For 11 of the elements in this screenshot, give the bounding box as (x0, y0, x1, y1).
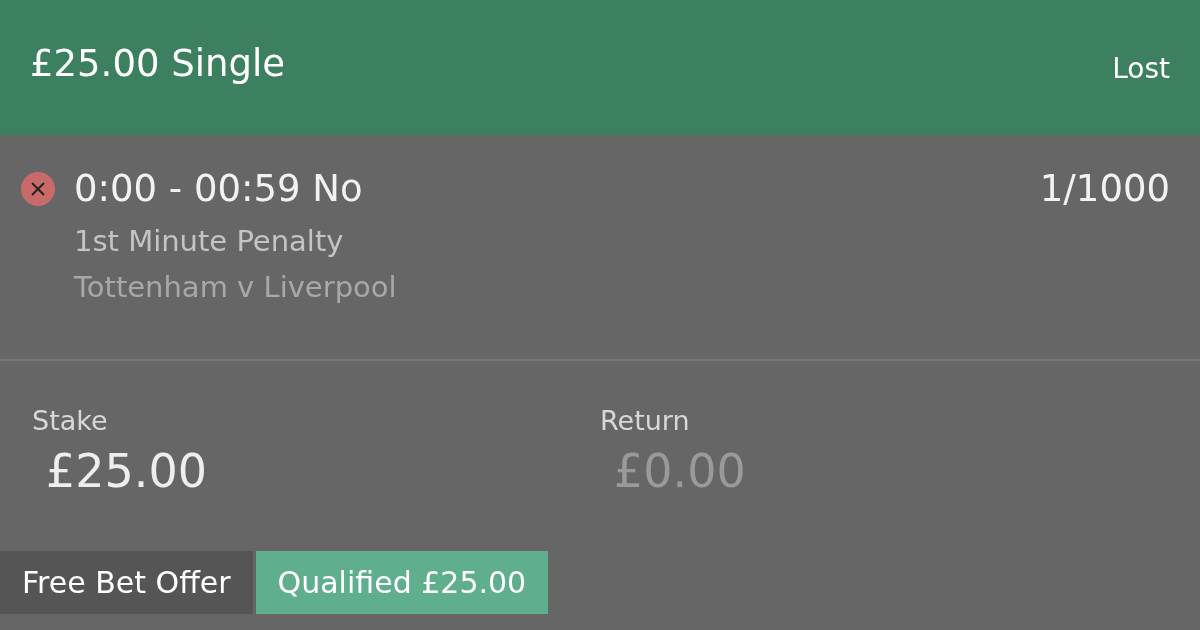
offer-label: Free Bet Offer (0, 551, 253, 614)
amount-label: Stake (32, 405, 109, 436)
amount-label: Return (600, 405, 691, 436)
odds: 1/1000 (1039, 167, 1170, 210)
selection-name: 0:00 - 00:59 No (74, 167, 363, 210)
bet-title: £25.00 Single (30, 42, 285, 85)
market-name: 1st Minute Penalty (74, 224, 345, 258)
amount-value: £25.00 (46, 444, 208, 498)
bet-status: Lost (1112, 52, 1170, 85)
offer-badge: Qualified £25.00 (255, 551, 549, 614)
event-name: Tottenham v Liverpool (74, 270, 398, 304)
